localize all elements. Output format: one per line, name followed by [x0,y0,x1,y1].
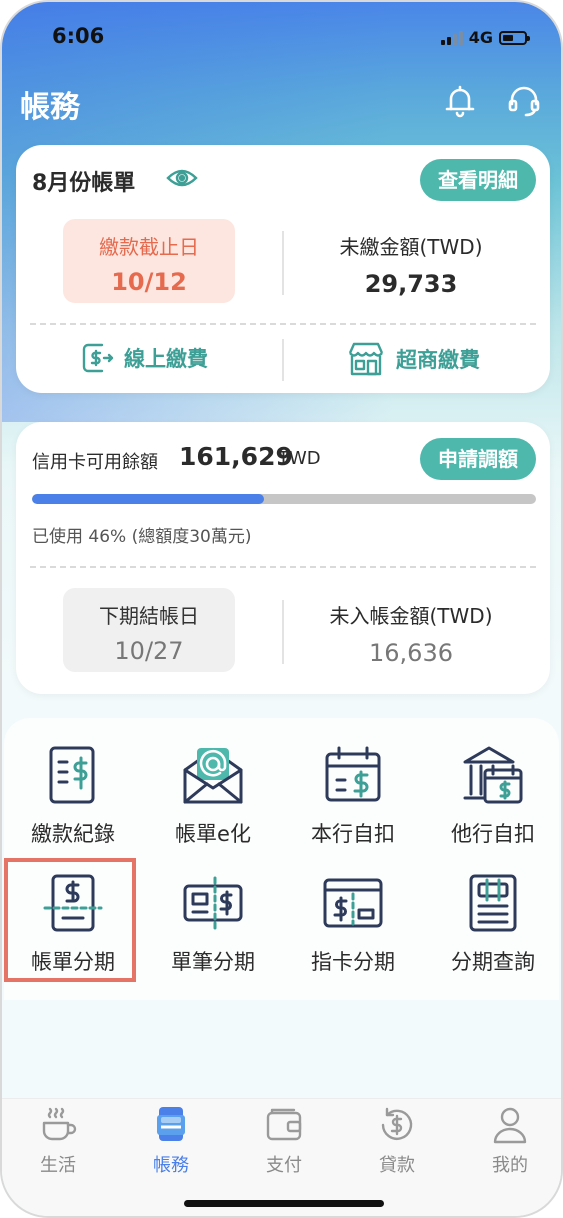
bank-calendar-icon [461,744,525,808]
menu-label: 單筆分期 [171,950,255,974]
closing-date-box: 下期結帳日 10/27 [63,588,235,672]
usage-progress-bar [32,494,536,504]
e-bill-button[interactable]: 帳單e化 [143,744,283,848]
closing-date-value: 10/27 [114,637,184,665]
available-balance-amount: 161,629 [179,442,293,471]
available-balance-label: 信用卡可用餘額 [32,452,158,473]
tab-label: 支付 [266,1155,302,1176]
person-icon [490,1105,530,1145]
menu-label: 指卡分期 [311,950,395,974]
calendar-dollar-icon [321,744,385,808]
bell-icon[interactable] [441,82,479,120]
highlight-box [4,858,136,982]
usage-progress-fill [32,494,264,504]
due-date-box: 繳款截止日 10/12 [63,219,235,303]
status-indicators: 4G [440,28,530,47]
unbilled-amount: 未入帳金額(TWD) 16,636 [286,600,536,667]
tab-loan[interactable]: 貸款 [347,1105,447,1177]
own-bank-autodebit-button[interactable]: 本行自扣 [283,744,423,848]
online-pay-button[interactable]: 線上繳費 [80,341,208,375]
page-title: 帳務 [20,90,80,125]
query-document-icon [461,872,525,936]
receipt-dollar-icon [41,744,105,808]
credit-limit-card: 信用卡可用餘額 161,629 TWD 申請調額 已使用 46% (總額度30萬… [16,422,550,694]
single-installment-button[interactable]: 單筆分期 [143,872,283,976]
eye-icon[interactable] [166,167,198,193]
wallet-icon [264,1105,304,1145]
store-pay-label: 超商繳費 [396,348,480,372]
store-pay-button[interactable]: 超商繳費 [346,341,480,377]
dollar-transfer-icon [82,343,114,373]
dashed-divider [30,323,536,325]
tab-account[interactable]: 帳務 [121,1105,221,1177]
card-dollar-icon [321,872,385,936]
divider [282,339,284,381]
other-bank-autodebit-button[interactable]: 他行自扣 [423,744,561,848]
currency-unit: TWD [278,448,321,469]
store-icon [348,342,384,376]
usage-text: 已使用 46% (總額度30萬元) [32,527,252,547]
unbilled-value: 16,636 [369,639,453,667]
tab-label: 貸款 [379,1155,415,1176]
unbilled-label: 未入帳金額(TWD) [329,604,493,628]
payment-history-button[interactable]: 繳款紀錄 [3,744,143,848]
due-date-label: 繳款截止日 [99,235,199,259]
headset-support-icon[interactable] [505,82,543,120]
phone-screen: 6:06 4G 帳務 8月份帳單 查看明細 繳款截止日 10/12 未繳金額(T… [0,0,563,1218]
tab-mine[interactable]: 我的 [460,1105,560,1177]
dashed-divider [30,566,536,568]
view-detail-button[interactable]: 查看明細 [420,159,536,201]
bill-card: 8月份帳單 查看明細 繳款截止日 10/12 未繳金額(TWD) 29,733 … [16,145,550,393]
network-type: 4G [468,28,493,47]
battery-icon [499,30,530,45]
divider [282,231,284,295]
refresh-dollar-icon [377,1105,417,1145]
app-header: 帳務 [2,80,561,125]
unpaid-value: 29,733 [364,270,458,298]
tab-life[interactable]: 生活 [8,1105,108,1177]
bill-title: 8月份帳單 [32,171,136,196]
closing-date-label: 下期結帳日 [99,604,199,628]
due-date-value: 10/12 [111,268,187,296]
cards-stack-icon [151,1105,191,1145]
online-pay-label: 線上繳費 [124,347,208,371]
email-envelope-icon [181,744,245,808]
coffee-cup-icon [38,1105,78,1145]
tab-label: 我的 [492,1155,528,1176]
home-indicator[interactable] [184,1200,384,1207]
signal-icon [440,30,463,45]
tab-payment[interactable]: 支付 [234,1105,334,1177]
menu-label: 分期查詢 [451,950,535,974]
unpaid-label: 未繳金額(TWD) [339,235,483,259]
tab-label: 生活 [40,1155,76,1176]
tab-label: 帳務 [153,1155,189,1176]
status-bar: 6:06 4G [2,24,561,54]
ticket-dollar-icon [181,872,245,936]
menu-label: 帳單e化 [175,822,251,846]
card-installment-button[interactable]: 指卡分期 [283,872,423,976]
status-time: 6:06 [52,24,105,48]
menu-label: 本行自扣 [311,822,395,846]
divider [282,600,284,664]
unpaid-amount: 未繳金額(TWD) 29,733 [286,231,536,298]
apply-limit-increase-button[interactable]: 申請調額 [420,438,536,480]
installment-query-button[interactable]: 分期查詢 [423,872,561,976]
menu-label: 他行自扣 [451,822,535,846]
menu-label: 繳款紀錄 [31,822,115,846]
